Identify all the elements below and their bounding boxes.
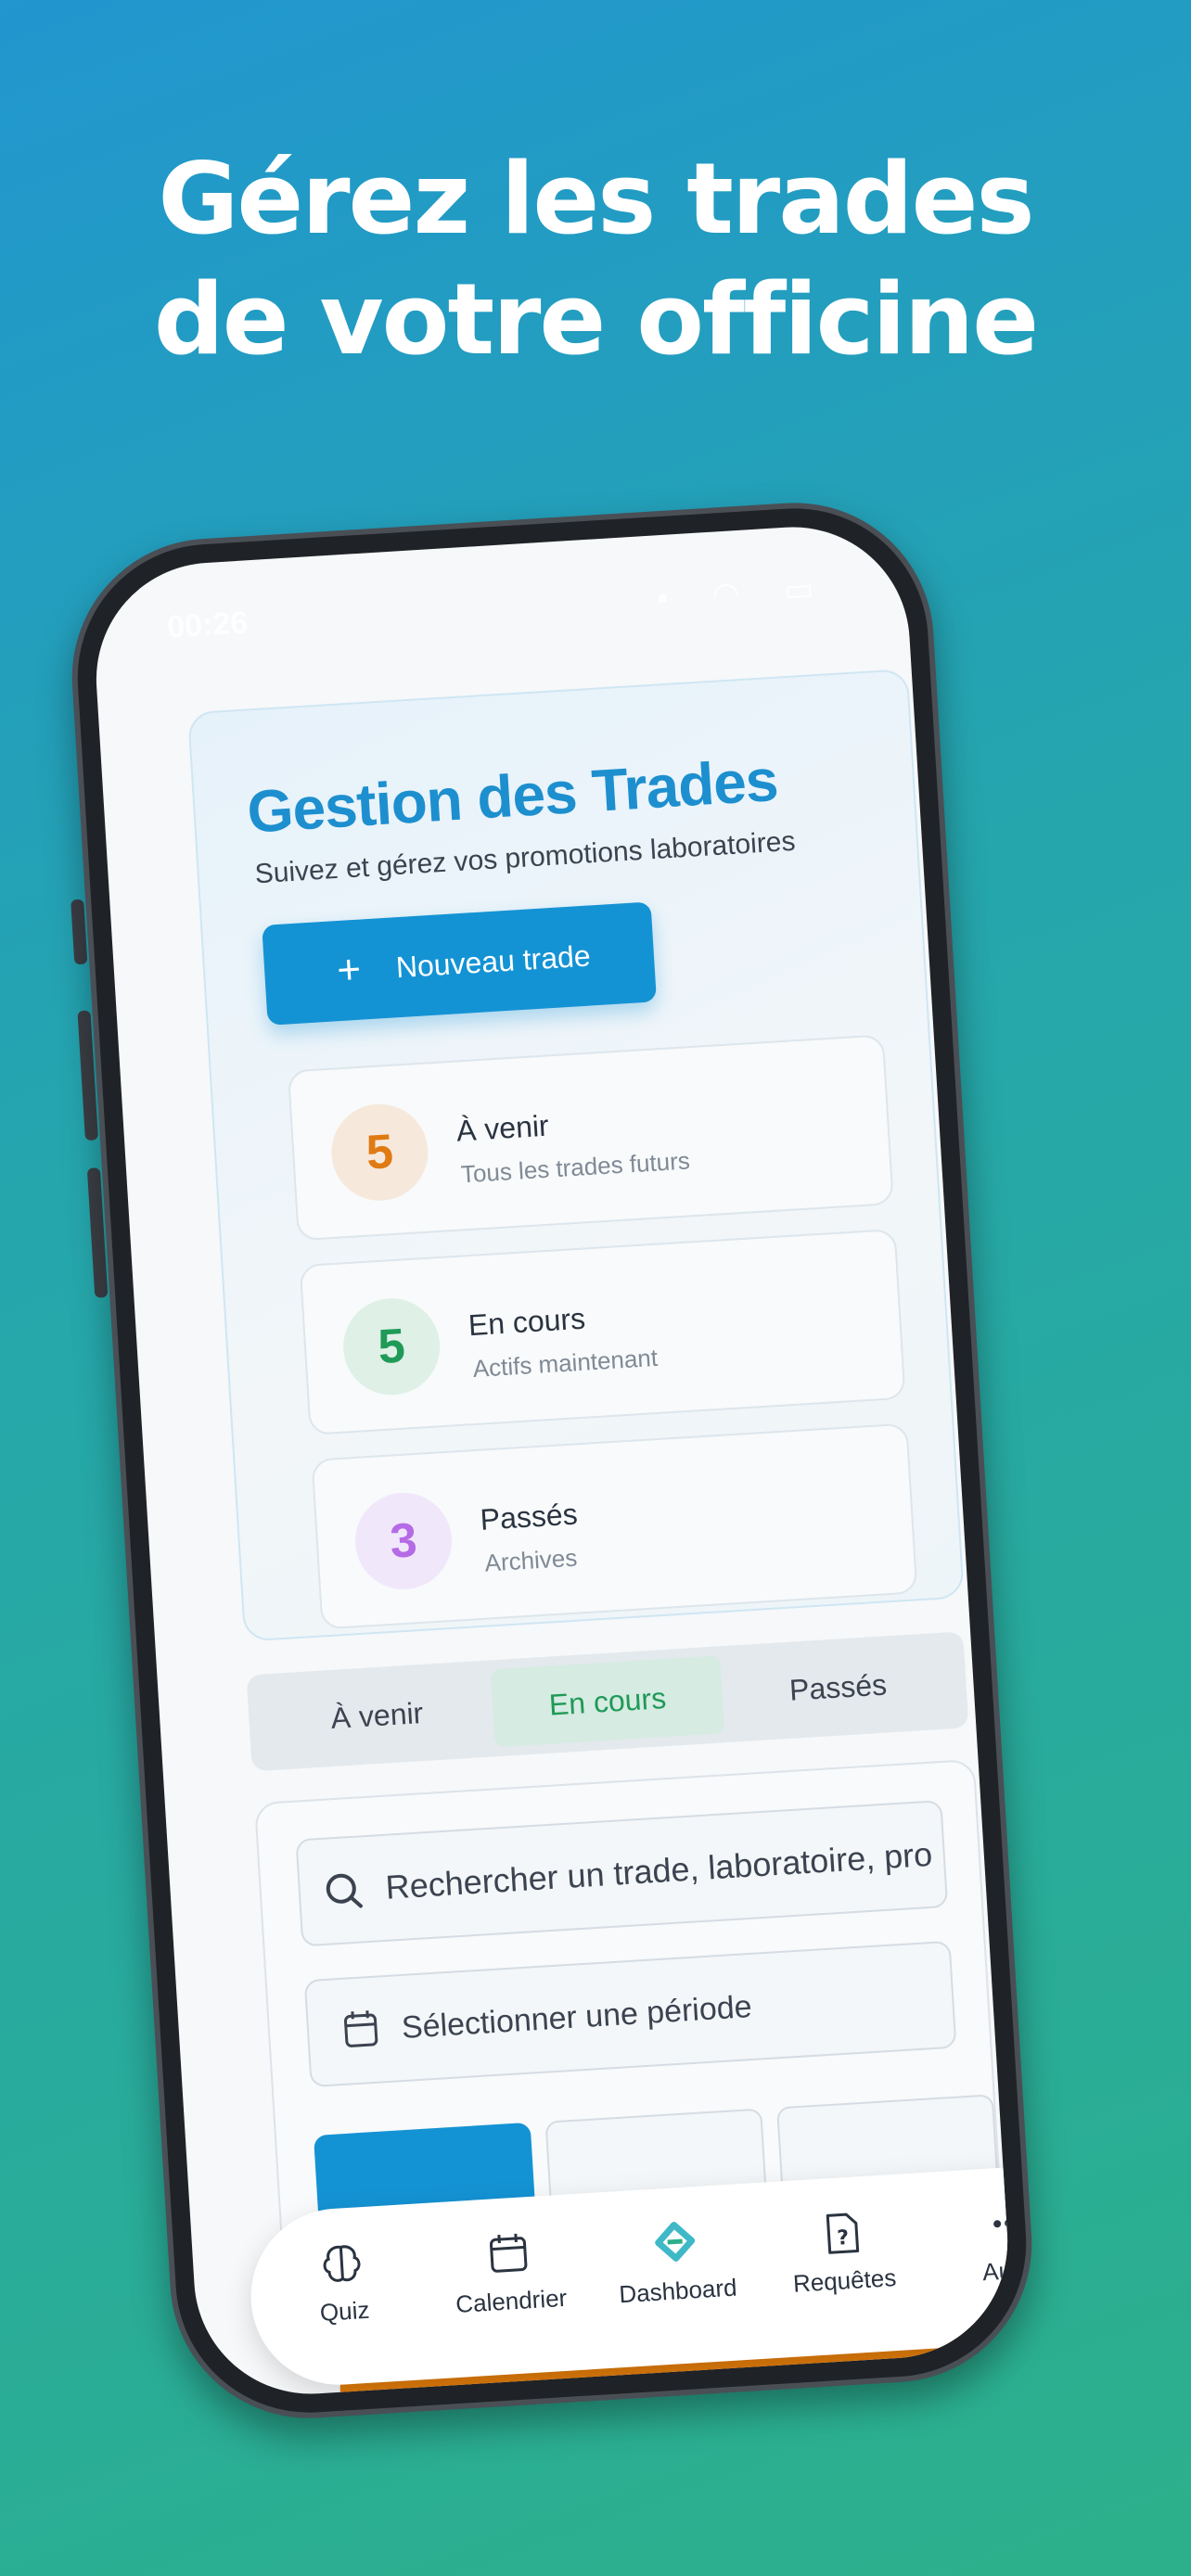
headline-line-1: Gérez les trades <box>158 142 1034 256</box>
headline-line-2: de votre officine <box>153 262 1039 376</box>
period-picker[interactable]: Sélectionner une période <box>303 1940 957 2088</box>
calendar-icon <box>343 2010 378 2047</box>
tab-ongoing[interactable]: En cours <box>490 1655 725 1748</box>
new-trade-label: Nouveau trade <box>394 937 592 984</box>
stat-count-badge: 5 <box>340 1295 443 1398</box>
phone-mockup: 00:26 ▪ ◠ ▭ Gestion des Trades Suivez et… <box>63 494 1041 2427</box>
phone-side-button <box>70 899 88 965</box>
stat-label: Passés <box>479 1497 579 1537</box>
stat-count-badge: 3 <box>352 1489 455 1593</box>
tab-upcoming[interactable]: À venir <box>260 1670 494 1762</box>
new-trade-button[interactable]: + Nouveau trade <box>262 901 658 1026</box>
search-field[interactable] <box>295 1800 949 1947</box>
search-input[interactable] <box>382 1833 945 1908</box>
svg-text:?: ? <box>837 2226 850 2251</box>
brain-icon <box>323 2245 361 2282</box>
stat-card-ongoing[interactable]: 5 En cours Actifs maintenant <box>299 1228 906 1435</box>
search-icon <box>326 1873 363 1908</box>
calendar-icon <box>489 2233 528 2273</box>
nav-label: Quiz <box>318 2295 371 2327</box>
stat-sublabel: Archives <box>483 1543 579 1577</box>
period-label: Sélectionner une période <box>400 1988 753 2046</box>
stat-card-past[interactable]: 3 Passés Archives <box>311 1422 918 1630</box>
app-screen: 00:26 ▪ ◠ ▭ Gestion des Trades Suivez et… <box>89 520 1015 2401</box>
trade-status-tabs: À venir En cours Passés <box>246 1631 969 1772</box>
stat-card-upcoming[interactable]: 5 À venir Tous les trades futurs <box>287 1034 894 1242</box>
stat-count-badge: 5 <box>328 1101 431 1204</box>
stat-label: En cours <box>467 1301 587 1343</box>
status-bar: 00:26 ▪ ◠ ▭ <box>166 569 833 647</box>
nav-item-more[interactable]: Autre <box>924 2194 1015 2290</box>
nav-item-calendar[interactable]: Calendrier <box>424 2225 596 2321</box>
dashboard-logo-icon <box>655 2222 696 2262</box>
nav-item-quiz[interactable]: Quiz <box>257 2235 429 2331</box>
tab-past[interactable]: Passés <box>721 1641 955 1733</box>
nav-label: Dashboard <box>618 2273 738 2309</box>
document-question-icon: ? <box>826 2213 860 2254</box>
stat-sublabel: Actifs maintenant <box>471 1343 659 1383</box>
nav-item-dashboard[interactable]: Dashboard <box>590 2214 762 2311</box>
trades-hero-card: Gestion des Trades Suivez et gérez vos p… <box>187 668 965 1642</box>
headline: Gérez les trades de votre officine <box>0 139 1191 380</box>
stat-label: À venir <box>455 1108 550 1148</box>
nav-item-requests[interactable]: ? Requêtes <box>757 2204 928 2301</box>
nav-label: Calendrier <box>455 2283 569 2318</box>
plus-icon: + <box>335 946 363 994</box>
status-icons: ▪ ◠ ▭ <box>656 569 834 617</box>
nav-label: Requêtes <box>792 2264 898 2298</box>
stat-sublabel: Tous les trades futurs <box>460 1146 691 1189</box>
status-time: 00:26 <box>166 605 250 645</box>
